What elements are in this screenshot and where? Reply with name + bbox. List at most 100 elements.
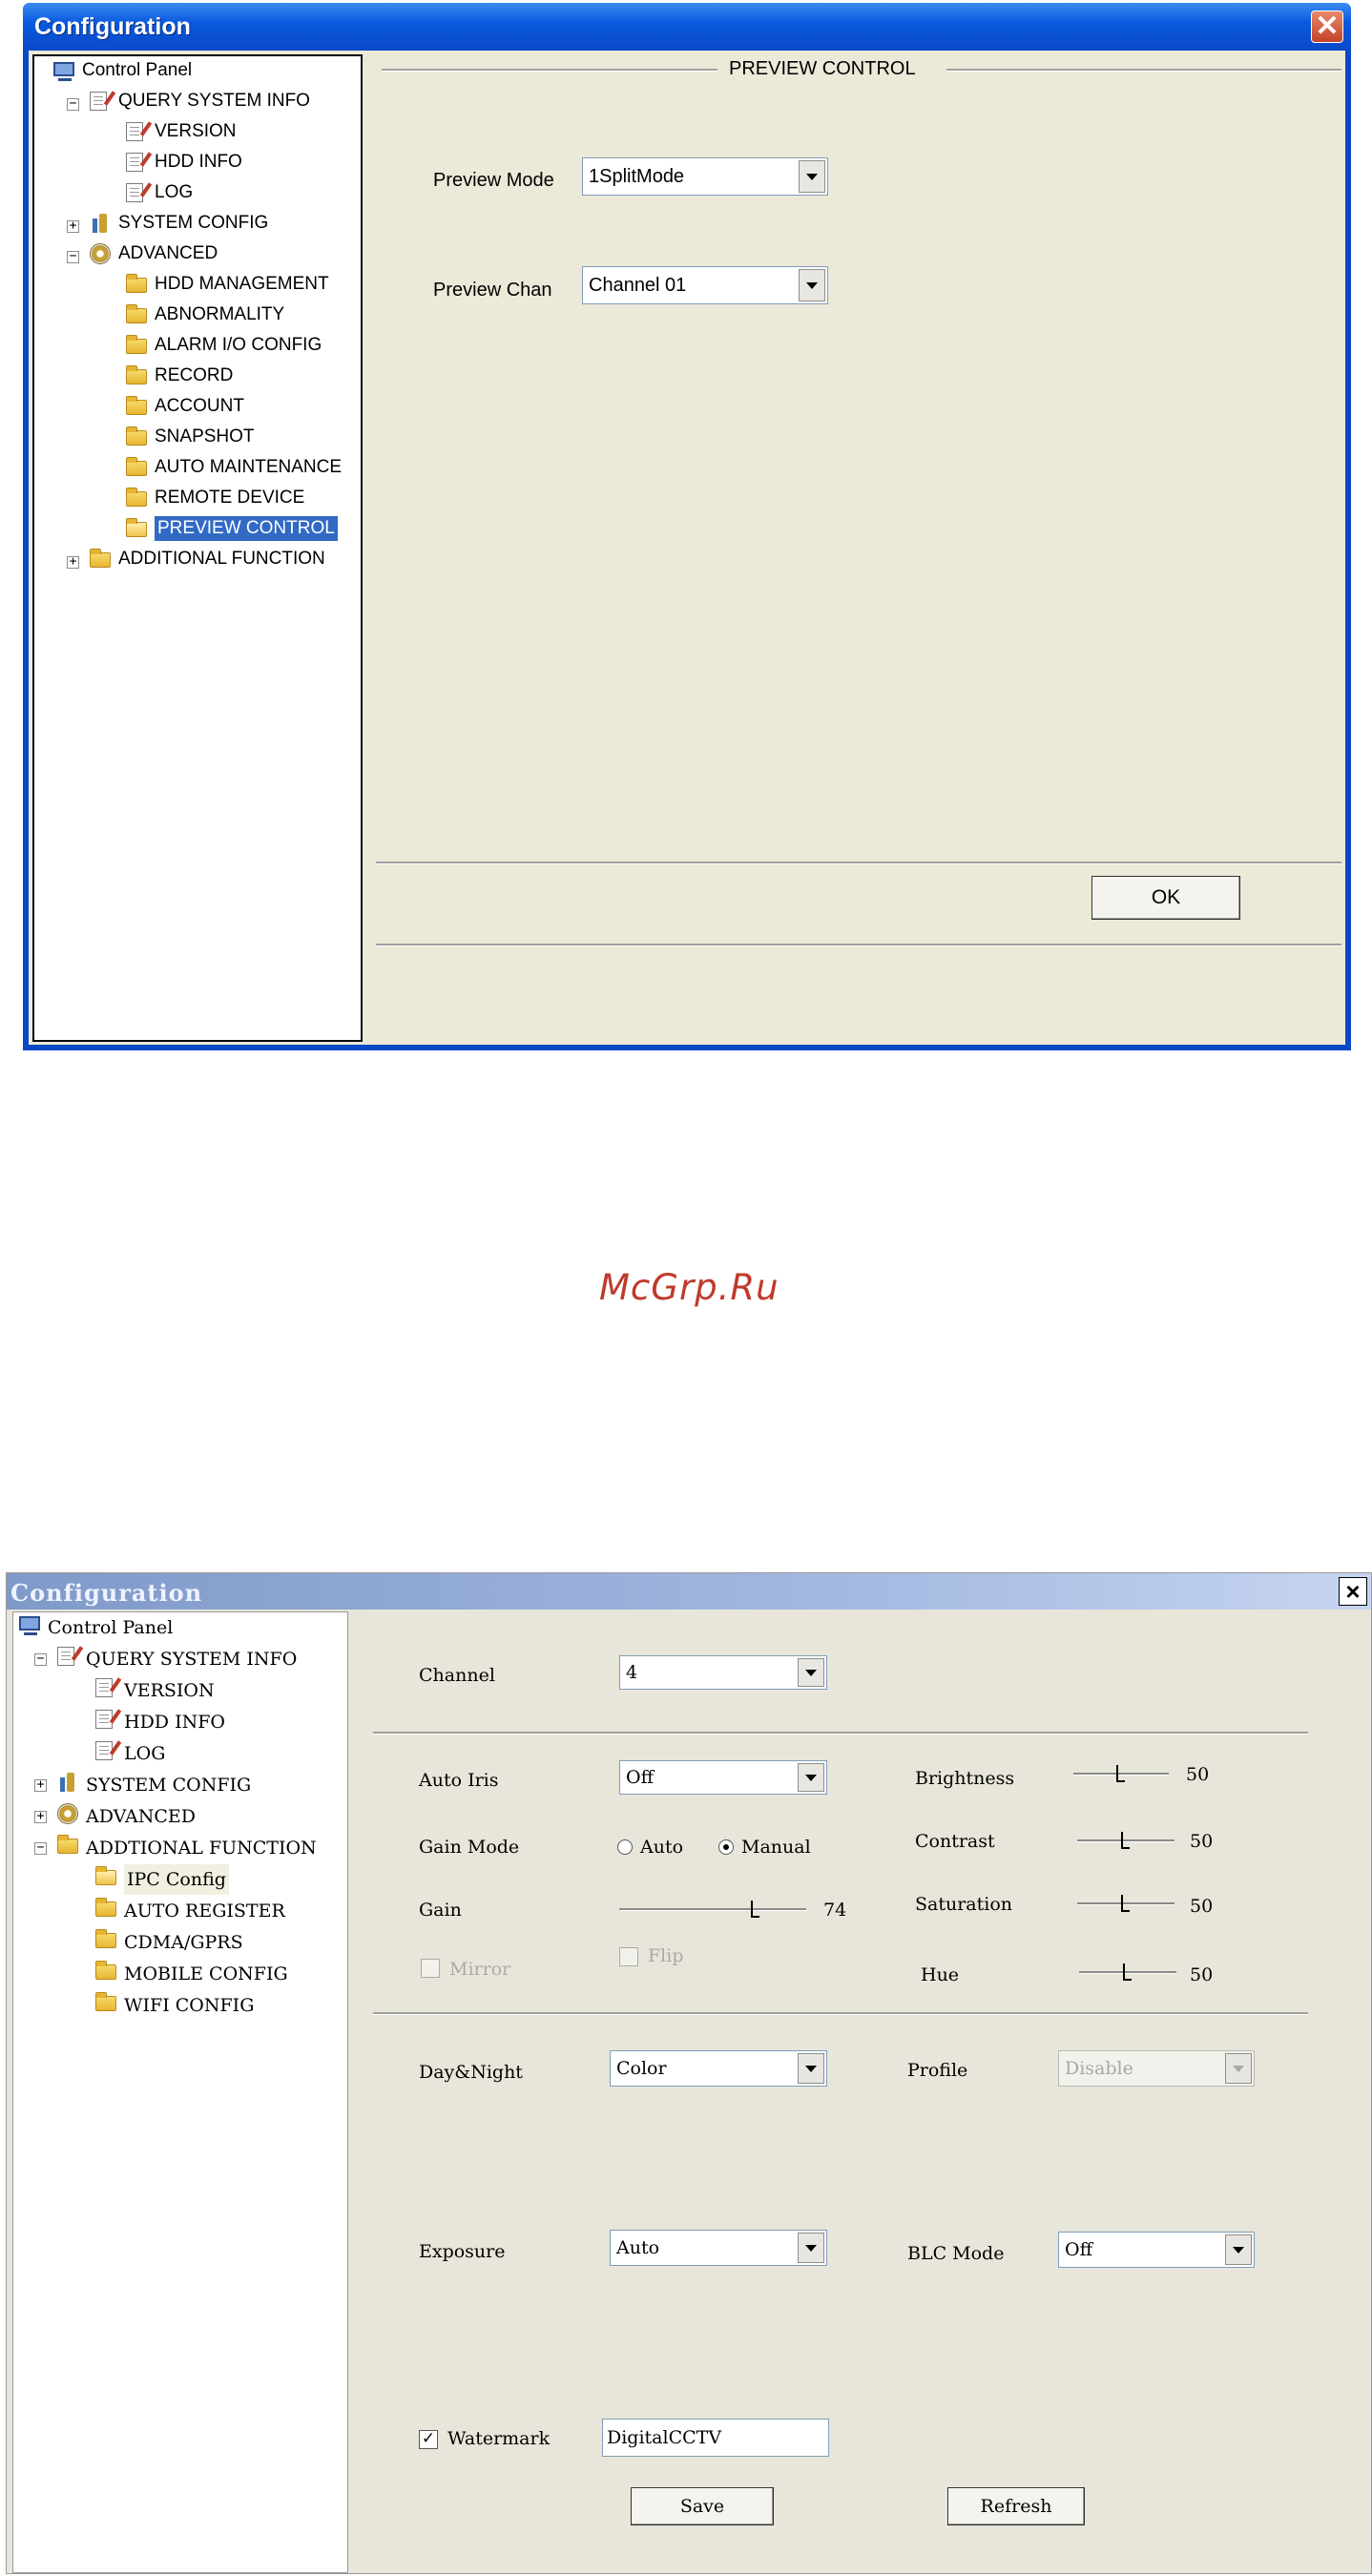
dropdown-arrow-icon[interactable] bbox=[798, 2053, 824, 2084]
day-night-select[interactable]: Color bbox=[610, 2050, 827, 2087]
slider-thumb[interactable] bbox=[751, 1901, 759, 1918]
expand-icon[interactable]: + bbox=[34, 1810, 47, 1823]
collapse-icon[interactable]: − bbox=[34, 1841, 47, 1855]
tree-item-control-panel[interactable]: Control Panel bbox=[34, 58, 361, 83]
profile-select[interactable]: Disable bbox=[1058, 2050, 1255, 2087]
tree-item-hdd-info[interactable]: HDD INFO bbox=[34, 150, 361, 175]
folder-icon bbox=[126, 457, 147, 476]
blc-mode-select[interactable]: Off bbox=[1058, 2232, 1255, 2268]
tree-item-system-config[interactable]: + SYSTEM CONFIG bbox=[13, 1770, 347, 1800]
tree-item-account[interactable]: ACCOUNT bbox=[34, 394, 361, 419]
tree-item-label: LOG bbox=[124, 1743, 166, 1764]
section-divider-2 bbox=[373, 2012, 1308, 2015]
hue-slider[interactable] bbox=[1079, 1963, 1176, 1982]
tree-item-log[interactable]: LOG bbox=[34, 180, 361, 205]
tree-item-abnormality[interactable]: ABNORMALITY bbox=[34, 302, 361, 327]
folder-icon bbox=[95, 1992, 116, 2011]
expand-icon[interactable]: + bbox=[67, 219, 79, 233]
dropdown-arrow-icon[interactable] bbox=[799, 160, 825, 193]
tree-item-preview-control[interactable]: PREVIEW CONTROL bbox=[34, 516, 361, 541]
tree-item-additional-function[interactable]: + ADDITIONAL FUNCTION bbox=[34, 547, 361, 571]
contrast-value: 50 bbox=[1190, 1831, 1214, 1852]
folder-open-icon bbox=[126, 518, 147, 537]
dropdown-arrow-icon[interactable] bbox=[798, 1658, 824, 1687]
title-bar[interactable]: Configuration ✕ bbox=[23, 3, 1351, 51]
tree-item-alarm-i-o-config[interactable]: ALARM I/O CONFIG bbox=[34, 333, 361, 358]
dropdown-arrow-icon[interactable] bbox=[798, 2233, 824, 2263]
ok-button[interactable]: OK bbox=[1091, 876, 1240, 920]
dropdown-arrow-icon[interactable] bbox=[799, 269, 825, 301]
tree-item-label: ALARM I/O CONFIG bbox=[155, 335, 322, 355]
expand-icon[interactable]: + bbox=[34, 1778, 47, 1792]
close-icon[interactable]: ✕ bbox=[1311, 10, 1343, 43]
tree-item-control-panel[interactable]: Control Panel bbox=[13, 1612, 347, 1643]
tree-item-hdd-management[interactable]: HDD MANAGEMENT bbox=[34, 272, 361, 297]
slider-thumb[interactable] bbox=[1123, 1963, 1132, 1981]
dropdown-arrow-icon[interactable] bbox=[1225, 2053, 1252, 2084]
tree-item-auto-register[interactable]: AUTO REGISTER bbox=[13, 1896, 347, 1926]
tree-item-hdd-info[interactable]: HDD INFO bbox=[13, 1707, 347, 1737]
hue-value: 50 bbox=[1190, 1964, 1214, 1985]
collapse-icon[interactable]: − bbox=[67, 250, 79, 263]
mirror-checkbox[interactable] bbox=[421, 1959, 440, 1978]
slider-thumb[interactable] bbox=[1121, 1895, 1130, 1912]
tree-item-record[interactable]: RECORD bbox=[34, 364, 361, 388]
gain-label: Gain bbox=[419, 1900, 462, 1921]
exposure-select[interactable]: Auto bbox=[610, 2230, 827, 2266]
tree-item-label: WIFI CONFIG bbox=[124, 1995, 255, 2016]
preview-chan-select[interactable]: Channel 01 bbox=[582, 266, 828, 304]
collapse-icon[interactable]: − bbox=[34, 1652, 47, 1666]
save-button[interactable]: Save bbox=[631, 2487, 774, 2525]
tree-item-addtional-function[interactable]: − ADDTIONAL FUNCTION bbox=[13, 1833, 347, 1863]
dropdown-arrow-icon[interactable] bbox=[798, 1763, 824, 1792]
dropdown-arrow-icon[interactable] bbox=[1225, 2234, 1252, 2265]
channel-select[interactable]: 4 bbox=[619, 1655, 827, 1690]
tree-item-wifi-config[interactable]: WIFI CONFIG bbox=[13, 1990, 347, 2021]
preview-chan-label: Preview Chan bbox=[433, 280, 552, 301]
auto-iris-select[interactable]: Off bbox=[619, 1760, 827, 1795]
brightness-slider[interactable] bbox=[1073, 1764, 1169, 1783]
tree-item-log[interactable]: LOG bbox=[13, 1738, 347, 1769]
title-bar[interactable]: Configuration × bbox=[7, 1573, 1371, 1610]
close-icon[interactable]: × bbox=[1339, 1577, 1367, 1606]
tree-item-version[interactable]: VERSION bbox=[13, 1675, 347, 1706]
slider-thumb[interactable] bbox=[1116, 1765, 1125, 1782]
collapse-icon[interactable]: − bbox=[67, 97, 79, 111]
navigation-tree[interactable]: Control Panel − QUERY SYSTEM INFO VERSION HD… bbox=[12, 1611, 348, 2573]
expand-icon[interactable]: + bbox=[67, 555, 79, 569]
tree-item-snapshot[interactable]: SNAPSHOT bbox=[34, 425, 361, 449]
exposure-value: Auto bbox=[616, 2237, 660, 2258]
gain-mode-auto-radio[interactable] bbox=[617, 1839, 633, 1855]
tree-item-system-config[interactable]: + SYSTEM CONFIG bbox=[34, 211, 361, 236]
tree-item-query-system-info[interactable]: − QUERY SYSTEM INFO bbox=[13, 1644, 347, 1674]
tree-item-label: HDD MANAGEMENT bbox=[155, 274, 329, 294]
refresh-button[interactable]: Refresh bbox=[947, 2487, 1085, 2525]
tree-item-mobile-config[interactable]: MOBILE CONFIG bbox=[13, 1959, 347, 1989]
watermark-checkbox[interactable]: ✓ bbox=[419, 2430, 438, 2449]
gain-mode-manual-radio[interactable] bbox=[718, 1839, 734, 1855]
window-title: Configuration bbox=[10, 1579, 203, 1607]
navigation-tree[interactable]: Control Panel − QUERY SYSTEM INFO VERSION HD… bbox=[32, 54, 363, 1042]
tree-item-advanced[interactable]: − ADVANCED bbox=[34, 241, 361, 266]
tree-item-query-system-info[interactable]: − QUERY SYSTEM INFO bbox=[34, 89, 361, 114]
folder-icon bbox=[95, 1929, 116, 1948]
tree-item-auto-maintenance[interactable]: AUTO MAINTENANCE bbox=[34, 455, 361, 480]
flip-checkbox[interactable] bbox=[619, 1947, 638, 1966]
tree-item-cdma-gprs[interactable]: CDMA/GPRS bbox=[13, 1927, 347, 1958]
monitor-icon bbox=[19, 1616, 40, 1635]
tree-item-label: ADDITIONAL FUNCTION bbox=[118, 549, 325, 569]
gain-slider[interactable] bbox=[619, 1900, 806, 1919]
saturation-slider[interactable] bbox=[1077, 1894, 1175, 1913]
tree-item-label: RECORD bbox=[155, 365, 234, 385]
doc-icon bbox=[90, 92, 107, 111]
tree-item-advanced[interactable]: + ADVANCED bbox=[13, 1801, 347, 1832]
tree-item-ipc-config[interactable]: IPC Config bbox=[13, 1864, 347, 1895]
tree-item-version[interactable]: VERSION bbox=[34, 119, 361, 144]
preview-mode-select[interactable]: 1SplitMode bbox=[582, 157, 828, 196]
watermark-input[interactable]: DigitalCCTV bbox=[602, 2419, 829, 2457]
tree-item-remote-device[interactable]: REMOTE DEVICE bbox=[34, 486, 361, 510]
slider-thumb[interactable] bbox=[1121, 1832, 1130, 1849]
watermark-input-value: DigitalCCTV bbox=[607, 2427, 722, 2448]
contrast-slider[interactable] bbox=[1077, 1831, 1175, 1850]
tree-item-label: ACCOUNT bbox=[155, 396, 244, 416]
